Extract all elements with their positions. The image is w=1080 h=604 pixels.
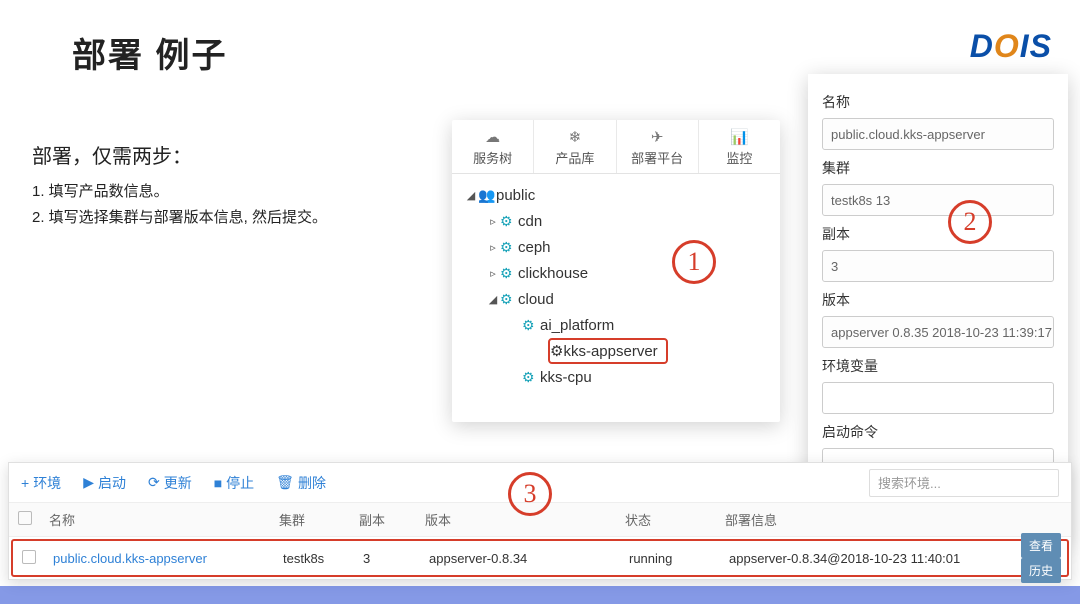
tree-node-ceph[interactable]: ▹ ⚙ ceph [486,234,780,260]
replica-label: 副本 [822,224,1054,244]
gears-icon: ⚙ [500,239,518,256]
add-env-button[interactable]: +环境 [21,473,61,493]
tree-label: clickhouse [518,265,588,282]
tab-label: 监控 [726,151,752,166]
cmd-label: 启动命令 [822,422,1054,442]
caret-down-icon: ◢ [486,293,500,306]
tree-label: kks-appserver [563,343,657,360]
tree-node-clickhouse[interactable]: ▹ ⚙ clickhouse [486,260,780,286]
footer-bar [0,586,1080,604]
col-info: 部署信息 [725,510,1007,529]
version-input[interactable]: appserver 0.8.35 2018-10-23 11:39:17 [822,316,1054,348]
tab-deploy[interactable]: ✈ 部署平台 [617,120,699,173]
tree-view: ◢ 👥 public ▹ ⚙ cdn ▹ ⚙ ceph ▹ ⚙ clickhou… [452,174,780,390]
caret-down-icon: ◢ [464,189,478,202]
plane-icon: ✈ [617,128,698,146]
gears-icon: ⚙ [500,291,518,308]
gears-icon: ⚙ [550,342,563,360]
cluster-input[interactable]: testk8s 13 [822,184,1054,216]
env-label: 环境变量 [822,356,1054,376]
version-label: 版本 [822,290,1054,310]
replica-input[interactable]: 3 [822,250,1054,282]
gears-icon: ⚙ [522,317,540,334]
tab-products[interactable]: ❄ 产品库 [534,120,616,173]
annotation-3: 3 [508,472,552,516]
row-version: appserver-0.8.34 [429,551,629,566]
tree-node-kks-cpu[interactable]: ⚙ kks-cpu [508,364,780,390]
refresh-button[interactable]: ⟳更新 [148,473,192,493]
gears-icon: ⚙ [500,213,518,230]
row-cluster: testk8s [283,551,363,566]
name-label: 名称 [822,92,1054,112]
env-input[interactable] [822,382,1054,414]
tab-label: 产品库 [555,151,594,166]
plus-icon: + [21,475,29,491]
row-replica: 3 [363,551,429,566]
tree-label: cdn [518,213,542,230]
select-all-checkbox[interactable] [18,511,32,525]
logo: DOIS [970,28,1052,65]
tree-node-cloud[interactable]: ◢ ⚙ cloud [486,286,780,312]
row-name-link[interactable]: public.cloud.kks-appserver [45,551,283,566]
annotation-1: 1 [672,240,716,284]
col-name: 名称 [41,510,279,529]
caret-right-icon: ▹ [486,267,500,280]
slide-title: 部署 例子 [72,28,227,77]
stop-icon: ■ [214,475,222,491]
tree-node-ai-platform[interactable]: ⚙ ai_platform [508,312,780,338]
row-status: running [629,551,729,566]
gears-icon: ⚙ [500,265,518,282]
delete-button[interactable]: 🗑删除 [276,473,326,493]
refresh-icon: ⟳ [148,474,160,491]
intro-step-2: 2. 填写选择集群与部署版本信息, 然后提交。 [32,205,432,231]
tab-label: 服务树 [473,151,512,166]
tree-node-cdn[interactable]: ▹ ⚙ cdn [486,208,780,234]
col-status: 状态 [625,510,725,529]
caret-right-icon: ▹ [486,215,500,228]
chart-icon: 📊 [699,128,780,146]
start-button[interactable]: ▶启动 [83,473,126,493]
tab-label: 部署平台 [631,151,683,166]
name-input[interactable]: public.cloud.kks-appserver [822,118,1054,150]
cluster-label: 集群 [822,158,1054,178]
annotation-2: 2 [948,200,992,244]
tab-monitor[interactable]: 📊 监控 [699,120,780,173]
row-checkbox[interactable] [22,550,36,564]
group-icon: 👥 [478,187,496,204]
package-icon: ❄ [534,128,615,146]
history-button[interactable]: 历史 [1021,558,1061,583]
caret-right-icon: ▹ [486,241,500,254]
intro-step-1: 1. 填写产品数信息。 [32,179,432,205]
tab-bar: ☁ 服务树 ❄ 产品库 ✈ 部署平台 📊 监控 [452,120,780,174]
tree-node-kks-appserver[interactable]: ⚙ kks-appserver [548,338,668,364]
intro-heading: 部署，仅需两步： [32,140,432,169]
gears-icon: ⚙ [522,369,540,386]
view-button[interactable]: 查看 [1021,533,1061,558]
play-icon: ▶ [83,474,94,491]
col-cluster: 集群 [279,510,359,529]
cloud-icon: ☁ [452,128,533,146]
tree-label: ai_platform [540,317,614,334]
tree-label: public [496,187,535,204]
tree-node-public[interactable]: ◢ 👥 public [464,182,780,208]
service-tree-panel: ☁ 服务树 ❄ 产品库 ✈ 部署平台 📊 监控 ◢ 👥 public ▹ ⚙ c… [452,120,780,422]
tree-label: kks-cpu [540,369,592,386]
row-info: appserver-0.8.34@2018-10-23 11:40:01 [729,551,1011,566]
col-replica: 副本 [359,510,425,529]
search-input[interactable]: 搜索环境... [869,469,1059,497]
tree-label: cloud [518,291,554,308]
trash-icon: 🗑 [276,474,294,491]
tree-label: ceph [518,239,551,256]
intro-text: 部署，仅需两步： 1. 填写产品数信息。 2. 填写选择集群与部署版本信息, 然… [32,140,432,230]
stop-button[interactable]: ■停止 [214,473,254,493]
table-row[interactable]: public.cloud.kks-appserver testk8s 3 app… [11,539,1069,577]
tab-service-tree[interactable]: ☁ 服务树 [452,120,534,173]
